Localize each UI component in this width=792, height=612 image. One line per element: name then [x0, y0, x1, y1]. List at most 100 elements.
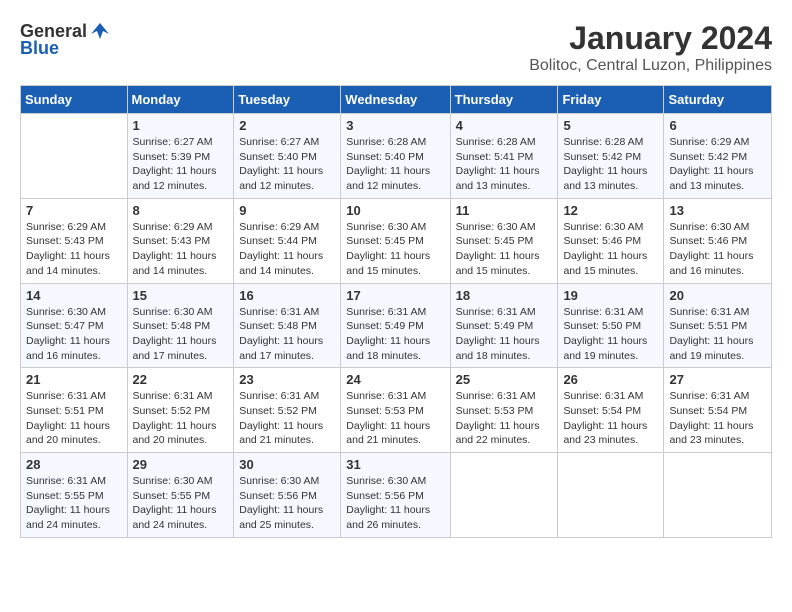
calendar-cell: 18 Sunrise: 6:31 AMSunset: 5:49 PMDayligh… [450, 283, 558, 368]
day-info: Sunrise: 6:30 AMSunset: 5:46 PMDaylight:… [563, 220, 658, 279]
calendar-cell: 25 Sunrise: 6:31 AMSunset: 5:53 PMDayligh… [450, 368, 558, 453]
day-info: Sunrise: 6:31 AMSunset: 5:53 PMDaylight:… [346, 389, 444, 448]
day-info: Sunrise: 6:27 AMSunset: 5:40 PMDaylight:… [239, 135, 335, 194]
day-header-saturday: Saturday [664, 86, 772, 114]
day-info: Sunrise: 6:28 AMSunset: 5:40 PMDaylight:… [346, 135, 444, 194]
week-row-4: 21 Sunrise: 6:31 AMSunset: 5:51 PMDayligh… [21, 368, 772, 453]
day-info: Sunrise: 6:30 AMSunset: 5:55 PMDaylight:… [133, 474, 229, 533]
calendar-cell: 11 Sunrise: 6:30 AMSunset: 5:45 PMDayligh… [450, 198, 558, 283]
calendar-cell: 6Sunrise: 6:29 AMSunset: 5:42 PMDaylight… [664, 114, 772, 199]
day-number: 2 [239, 118, 335, 133]
calendar-cell: 30Sunrise: 6:30 AMSunset: 5:56 PMDayligh… [234, 453, 341, 538]
day-number: 18 [456, 288, 553, 303]
calendar-cell: 4Sunrise: 6:28 AMSunset: 5:41 PMDaylight… [450, 114, 558, 199]
calendar-cell: 22 Sunrise: 6:31 AMSunset: 5:52 PMDayligh… [127, 368, 234, 453]
calendar-cell: 1 Sunrise: 6:27 AMSunset: 5:39 PMDaylight… [127, 114, 234, 199]
day-info: Sunrise: 6:31 AMSunset: 5:48 PMDaylight:… [239, 305, 335, 364]
calendar-cell: 26 Sunrise: 6:31 AMSunset: 5:54 PMDayligh… [558, 368, 664, 453]
calendar-cell: 9 Sunrise: 6:29 AMSunset: 5:44 PMDaylight… [234, 198, 341, 283]
calendar-cell [664, 453, 772, 538]
day-header-thursday: Thursday [450, 86, 558, 114]
calendar-cell: 7 Sunrise: 6:29 AMSunset: 5:43 PMDaylight… [21, 198, 128, 283]
day-info: Sunrise: 6:31 AMSunset: 5:54 PMDaylight:… [669, 389, 766, 448]
day-number: 10 [346, 203, 444, 218]
month-title: January 2024 [529, 20, 772, 57]
day-number: 20 [669, 288, 766, 303]
day-number: 13 [669, 203, 766, 218]
calendar-cell: 10 Sunrise: 6:30 AMSunset: 5:45 PMDayligh… [341, 198, 450, 283]
day-info: Sunrise: 6:30 AMSunset: 5:45 PMDaylight:… [456, 220, 553, 279]
day-header-tuesday: Tuesday [234, 86, 341, 114]
day-number: 3 [346, 118, 444, 133]
calendar-cell: 5Sunrise: 6:28 AMSunset: 5:42 PMDaylight… [558, 114, 664, 199]
day-number: 25 [456, 372, 553, 387]
day-header-wednesday: Wednesday [341, 86, 450, 114]
logo-blue-text: Blue [20, 38, 59, 59]
day-number: 24 [346, 372, 444, 387]
day-info: Sunrise: 6:30 AMSunset: 5:46 PMDaylight:… [669, 220, 766, 279]
day-info: Sunrise: 6:31 AMSunset: 5:51 PMDaylight:… [669, 305, 766, 364]
calendar-cell: 20 Sunrise: 6:31 AMSunset: 5:51 PMDayligh… [664, 283, 772, 368]
day-info: Sunrise: 6:31 AMSunset: 5:53 PMDaylight:… [456, 389, 553, 448]
calendar-cell: 17Sunrise: 6:31 AMSunset: 5:49 PMDayligh… [341, 283, 450, 368]
day-info: Sunrise: 6:29 AMSunset: 5:42 PMDaylight:… [669, 135, 766, 194]
calendar-cell: 14 Sunrise: 6:30 AMSunset: 5:47 PMDayligh… [21, 283, 128, 368]
day-info: Sunrise: 6:30 AMSunset: 5:47 PMDaylight:… [26, 305, 122, 364]
day-number: 23 [239, 372, 335, 387]
week-row-2: 7 Sunrise: 6:29 AMSunset: 5:43 PMDaylight… [21, 198, 772, 283]
day-info: Sunrise: 6:31 AMSunset: 5:52 PMDaylight:… [133, 389, 229, 448]
calendar-cell: 28Sunrise: 6:31 AMSunset: 5:55 PMDayligh… [21, 453, 128, 538]
day-number: 1 [133, 118, 229, 133]
day-info: Sunrise: 6:29 AMSunset: 5:43 PMDaylight:… [26, 220, 122, 279]
day-number: 4 [456, 118, 553, 133]
calendar-cell: 29 Sunrise: 6:30 AMSunset: 5:55 PMDayligh… [127, 453, 234, 538]
day-info: Sunrise: 6:30 AMSunset: 5:56 PMDaylight:… [346, 474, 444, 533]
day-number: 28 [26, 457, 122, 472]
calendar-cell: 2 Sunrise: 6:27 AMSunset: 5:40 PMDaylight… [234, 114, 341, 199]
calendar-cell: 19Sunrise: 6:31 AMSunset: 5:50 PMDayligh… [558, 283, 664, 368]
logo-bird-icon [89, 20, 111, 42]
header-row: SundayMondayTuesdayWednesdayThursdayFrid… [21, 86, 772, 114]
day-number: 29 [133, 457, 229, 472]
day-number: 31 [346, 457, 444, 472]
calendar-cell: 12Sunrise: 6:30 AMSunset: 5:46 PMDayligh… [558, 198, 664, 283]
day-number: 11 [456, 203, 553, 218]
day-info: Sunrise: 6:30 AMSunset: 5:48 PMDaylight:… [133, 305, 229, 364]
day-number: 21 [26, 372, 122, 387]
day-info: Sunrise: 6:29 AMSunset: 5:43 PMDaylight:… [133, 220, 229, 279]
calendar-cell: 24 Sunrise: 6:31 AMSunset: 5:53 PMDayligh… [341, 368, 450, 453]
day-info: Sunrise: 6:31 AMSunset: 5:49 PMDaylight:… [456, 305, 553, 364]
day-number: 9 [239, 203, 335, 218]
header: General Blue January 2024 Bolitoc, Centr… [20, 20, 772, 75]
calendar-cell: 23 Sunrise: 6:31 AMSunset: 5:52 PMDayligh… [234, 368, 341, 453]
logo: General Blue [20, 20, 111, 59]
week-row-5: 28Sunrise: 6:31 AMSunset: 5:55 PMDayligh… [21, 453, 772, 538]
day-info: Sunrise: 6:31 AMSunset: 5:51 PMDaylight:… [26, 389, 122, 448]
day-number: 19 [563, 288, 658, 303]
day-number: 5 [563, 118, 658, 133]
day-info: Sunrise: 6:30 AMSunset: 5:45 PMDaylight:… [346, 220, 444, 279]
calendar-table: SundayMondayTuesdayWednesdayThursdayFrid… [20, 85, 772, 538]
day-number: 15 [133, 288, 229, 303]
day-number: 14 [26, 288, 122, 303]
day-header-sunday: Sunday [21, 86, 128, 114]
day-info: Sunrise: 6:29 AMSunset: 5:44 PMDaylight:… [239, 220, 335, 279]
calendar-cell: 15 Sunrise: 6:30 AMSunset: 5:48 PMDayligh… [127, 283, 234, 368]
day-number: 26 [563, 372, 658, 387]
calendar-cell: 16Sunrise: 6:31 AMSunset: 5:48 PMDayligh… [234, 283, 341, 368]
day-number: 30 [239, 457, 335, 472]
calendar-cell: 3 Sunrise: 6:28 AMSunset: 5:40 PMDaylight… [341, 114, 450, 199]
calendar-cell: 8Sunrise: 6:29 AMSunset: 5:43 PMDaylight… [127, 198, 234, 283]
day-number: 27 [669, 372, 766, 387]
day-header-monday: Monday [127, 86, 234, 114]
day-info: Sunrise: 6:31 AMSunset: 5:54 PMDaylight:… [563, 389, 658, 448]
day-number: 22 [133, 372, 229, 387]
calendar-cell [558, 453, 664, 538]
calendar-cell: 21 Sunrise: 6:31 AMSunset: 5:51 PMDayligh… [21, 368, 128, 453]
day-number: 17 [346, 288, 444, 303]
calendar-cell [450, 453, 558, 538]
day-info: Sunrise: 6:31 AMSunset: 5:52 PMDaylight:… [239, 389, 335, 448]
day-info: Sunrise: 6:27 AMSunset: 5:39 PMDaylight:… [133, 135, 229, 194]
week-row-1: 1 Sunrise: 6:27 AMSunset: 5:39 PMDaylight… [21, 114, 772, 199]
day-number: 7 [26, 203, 122, 218]
